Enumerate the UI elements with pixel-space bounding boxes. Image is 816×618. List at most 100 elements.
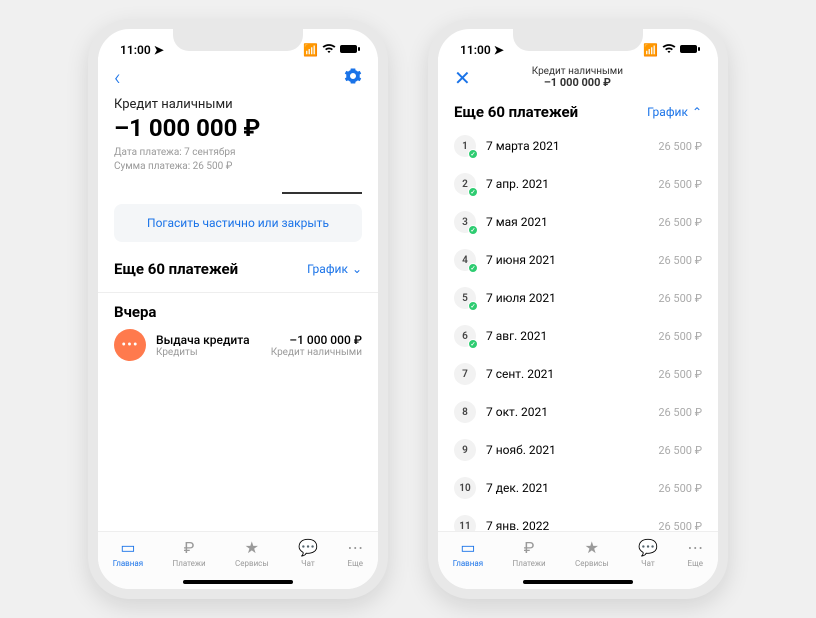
transaction-amount-sub: Кредит наличными <box>271 347 362 358</box>
payment-date: 7 янв. 2022 <box>486 519 648 531</box>
transaction-row[interactable]: ••• Выдача кредита Кредиты –1 000 000 ₽ … <box>114 329 362 361</box>
tab-главная[interactable]: ▭ Главная <box>453 538 483 589</box>
signal-icon: 📶 <box>643 43 658 57</box>
repay-close-button[interactable]: Погасить частично или закрыть <box>114 204 362 242</box>
payment-number-badge: 4✓ <box>454 249 476 271</box>
tab-чат[interactable]: 💬Чат <box>638 538 658 589</box>
payment-date: 7 июня 2021 <box>486 253 648 267</box>
tab-label: Чат <box>301 559 315 568</box>
close-button[interactable]: ✕ <box>454 66 471 90</box>
tab-label: Еще <box>688 559 703 568</box>
check-icon: ✓ <box>468 225 478 235</box>
payment-row[interactable]: 11 7 янв. 2022 26 500 ₽ <box>454 507 702 531</box>
check-icon: ✓ <box>468 339 478 349</box>
payment-list[interactable]: 1✓ 7 марта 2021 26 500 ₽ 2✓ 7 апр. 2021 26 50… <box>454 127 702 531</box>
payment-row[interactable]: 9 7 нояб. 2021 26 500 ₽ <box>454 431 702 469</box>
transaction-amount: –1 000 000 ₽ <box>271 333 362 347</box>
payment-row[interactable]: 5✓7 июля 202126 500 ₽ <box>454 279 702 317</box>
nav-mini-title: Кредит наличными –1 000 000 ₽ <box>471 66 684 89</box>
transaction-icon: ••• <box>114 329 146 361</box>
payment-row[interactable]: 87 окт. 202126 500 ₽ <box>454 393 702 431</box>
payment-row[interactable]: 7 7 сент. 2021 26 500 ₽ <box>454 355 702 393</box>
payment-date: 7 дек. 2021 <box>486 481 648 495</box>
schedule-toggle[interactable]: График ⌃ <box>647 105 702 119</box>
transaction-title: Выдача кредита <box>156 333 261 347</box>
payment-amount: 26 500 ₽ <box>658 482 702 495</box>
ruble-icon: ₽ <box>184 538 195 557</box>
tab-label: Сервисы <box>235 559 269 568</box>
tab-чат[interactable]: 💬 Чат <box>298 538 318 589</box>
payment-amount: 26 500 ₽ <box>658 406 702 419</box>
more-icon: ⋯ <box>687 538 703 557</box>
wifi-icon <box>322 43 336 57</box>
tab-главная[interactable]: ▭ Главная <box>113 538 143 589</box>
more-icon: ⋯ <box>347 538 363 557</box>
payment-row[interactable]: 1✓ 7 марта 2021 26 500 ₽ <box>454 127 702 165</box>
card-icon: ▭ <box>120 538 135 557</box>
payment-number-badge: 2✓ <box>454 173 476 195</box>
location-icon: ➤ <box>494 43 504 57</box>
chat-icon: 💬 <box>298 538 318 557</box>
payment-date: 7 сент. 2021 <box>486 367 648 381</box>
phone-schedule: 11:00 ➤ 📶 ✕ Кредит наличными –1 000 000 … <box>428 19 728 599</box>
tab-label: Еще <box>348 559 363 568</box>
notch <box>173 29 303 51</box>
notch <box>513 29 643 51</box>
status-time: 11:00 <box>120 43 151 57</box>
payment-number-badge: 1✓ <box>454 135 476 157</box>
transaction-category: Кредиты <box>156 347 261 358</box>
payments-section-title: Еще 60 платежей <box>114 260 238 278</box>
tab-label: Главная <box>453 559 483 568</box>
payment-number-badge: 5✓ <box>454 287 476 309</box>
home-indicator[interactable] <box>183 580 293 584</box>
schedule-toggle[interactable]: График ⌄ <box>307 262 362 276</box>
check-icon: ✓ <box>468 263 478 273</box>
back-button[interactable]: ‹ <box>114 66 121 91</box>
payment-row[interactable]: 3✓7 мая 202126 500 ₽ <box>454 203 702 241</box>
star-icon: ★ <box>245 538 259 557</box>
payment-date: 7 апр. 2021 <box>486 177 648 191</box>
schedule-toggle-label: График <box>307 262 348 276</box>
tab-еще[interactable]: ⋯ Еще <box>347 538 363 589</box>
battery-icon <box>680 43 700 57</box>
chat-icon: 💬 <box>638 538 658 557</box>
payment-date: 7 окт. 2021 <box>486 405 648 419</box>
screen-overview: ‹ Кредит наличными –1 000 000 ₽ Дата пла… <box>98 57 378 531</box>
nav-title-line2: –1 000 000 ₽ <box>471 77 684 89</box>
payment-number-badge: 7 <box>454 363 476 385</box>
payment-row[interactable]: 4✓7 июня 202126 500 ₽ <box>454 241 702 279</box>
payment-amount: 26 500 ₽ <box>658 520 702 532</box>
account-balance: –1 000 000 ₽ <box>114 114 362 142</box>
payment-amount-meta: Сумма платежа: 26 500 ₽ <box>114 160 362 174</box>
payment-number-badge: 6✓ <box>454 325 476 347</box>
payment-amount: 26 500 ₽ <box>658 330 702 343</box>
payment-date-meta: Дата платежа: 7 сентября <box>114 146 362 160</box>
payment-amount: 26 500 ₽ <box>658 178 702 191</box>
payment-row[interactable]: 107 дек. 202126 500 ₽ <box>454 469 702 507</box>
home-indicator[interactable] <box>523 580 633 584</box>
account-subtitle: Кредит наличными <box>114 97 362 112</box>
check-icon: ✓ <box>468 301 478 311</box>
payment-row[interactable]: 2✓ 7 апр. 2021 26 500 ₽ <box>454 165 702 203</box>
day-group-label: Вчера <box>114 303 362 321</box>
payment-date: 7 марта 2021 <box>486 139 648 153</box>
signal-icon: 📶 <box>303 43 318 57</box>
payment-amount: 26 500 ₽ <box>658 444 702 457</box>
tab-еще[interactable]: ⋯ Еще <box>687 538 703 589</box>
divider <box>282 192 362 194</box>
location-icon: ➤ <box>154 43 164 57</box>
payment-date: 7 нояб. 2021 <box>486 443 648 457</box>
settings-button[interactable] <box>344 67 362 89</box>
payment-number-badge: 11 <box>454 515 476 531</box>
payment-date: 7 июля 2021 <box>486 291 648 305</box>
check-icon: ✓ <box>468 187 478 197</box>
payment-amount: 26 500 ₽ <box>658 140 702 153</box>
payment-amount: 26 500 ₽ <box>658 368 702 381</box>
payment-date: 7 авг. 2021 <box>486 329 648 343</box>
wifi-icon <box>662 43 676 57</box>
battery-icon <box>340 43 360 57</box>
tab-label: Главная <box>113 559 143 568</box>
card-icon: ▭ <box>460 538 475 557</box>
payment-row[interactable]: 6✓ 7 авг. 2021 26 500 ₽ <box>454 317 702 355</box>
payment-number-badge: 9 <box>454 439 476 461</box>
